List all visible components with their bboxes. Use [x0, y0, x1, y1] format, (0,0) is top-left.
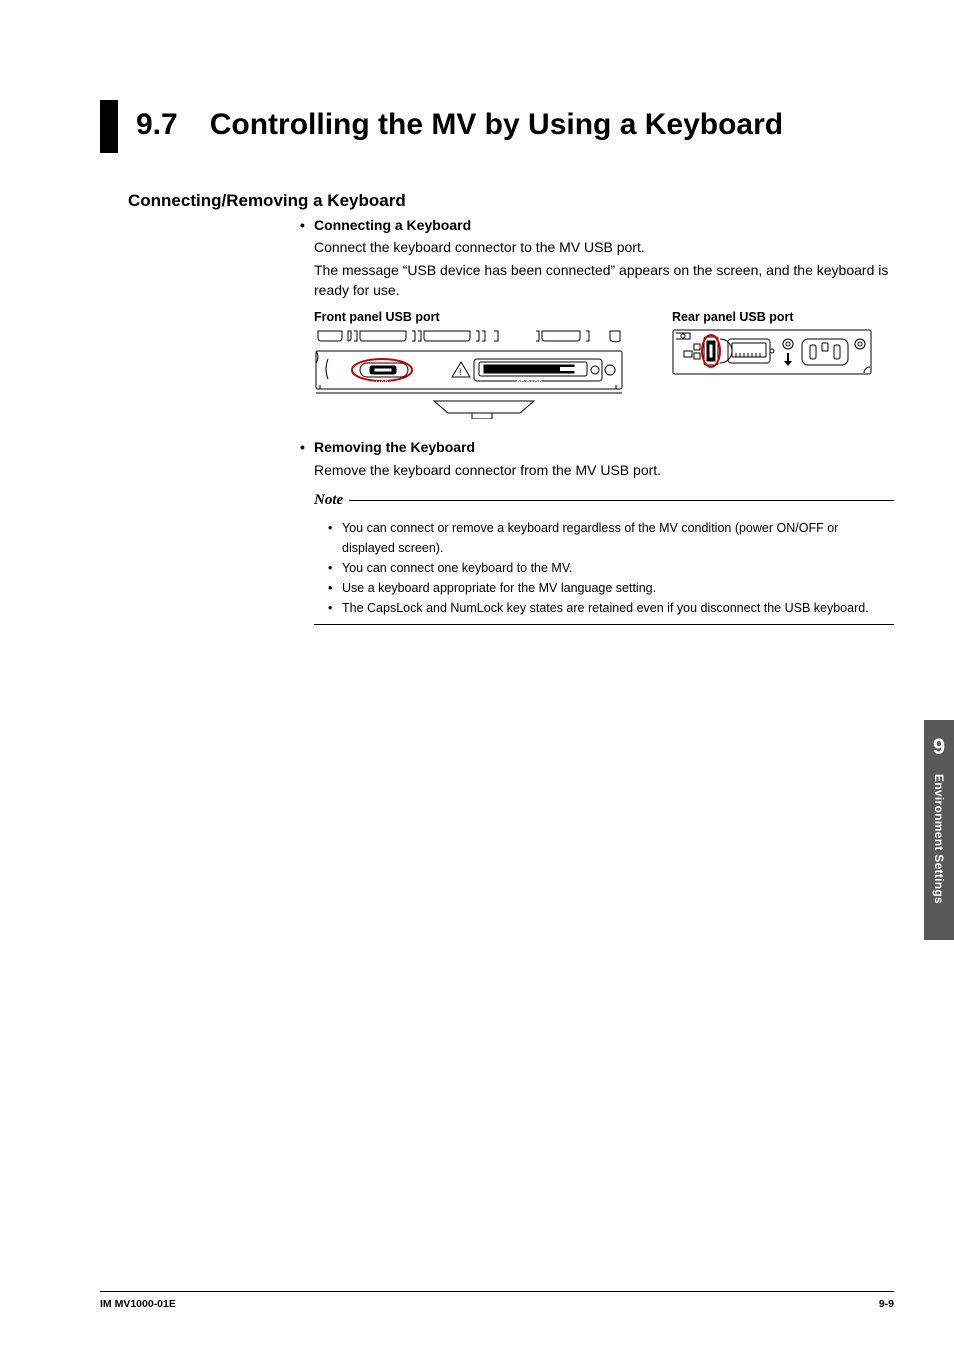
front-panel-illustration: ! — [314, 329, 624, 419]
bullet-heading: Removing the Keyboard — [314, 437, 475, 457]
paragraph: Connect the keyboard connector to the MV… — [314, 237, 894, 257]
figure-label-front: Front panel USB port — [314, 308, 624, 326]
page-footer: IM MV1000-01E 9-9 — [100, 1291, 894, 1310]
note-block: Note • You can connect or remove a keybo… — [314, 490, 894, 625]
footer-left: IM MV1000-01E — [100, 1298, 176, 1310]
bullet-marker: • — [328, 558, 342, 578]
label-cf-card: CF CARD — [516, 381, 543, 387]
label-usb: USB — [376, 381, 388, 387]
heading-bar — [100, 100, 118, 153]
note-item: • You can connect one keyboard to the MV… — [328, 558, 894, 578]
note-item: • Use a keyboard appropriate for the MV … — [328, 578, 894, 598]
note-text: The CapsLock and NumLock key states are … — [342, 598, 869, 618]
footer-right: 9-9 — [879, 1298, 894, 1310]
paragraph: Remove the keyboard connector from the M… — [314, 460, 894, 480]
note-text: You can connect or remove a keyboard reg… — [342, 518, 894, 558]
bullet-heading: Connecting a Keyboard — [314, 215, 471, 235]
bullet-marker: • — [300, 437, 314, 457]
bullet-removing: • Removing the Keyboard — [300, 437, 894, 457]
bullet-marker: • — [300, 215, 314, 235]
subheading-connecting-removing: Connecting/Removing a Keyboard — [128, 191, 894, 211]
note-text: You can connect one keyboard to the MV. — [342, 558, 573, 578]
figure-label-rear: Rear panel USB port — [672, 308, 872, 326]
note-text: Use a keyboard appropriate for the MV la… — [342, 578, 656, 598]
figure-rear-panel: Rear panel USB port — [672, 308, 872, 419]
heading-text: 9.7 Controlling the MV by Using a Keyboa… — [136, 100, 783, 153]
heading-title: Controlling the MV by Using a Keyboard — [210, 108, 783, 141]
side-tab: 9 Environment Settings — [924, 720, 954, 940]
side-tab-label: Environment Settings — [932, 774, 946, 904]
note-rule-top — [349, 500, 894, 501]
side-tab-chapter: 9 — [933, 734, 945, 760]
heading-number: 9.7 — [136, 108, 178, 141]
note-rule-bottom — [314, 624, 894, 625]
paragraph: The message “USB device has been connect… — [314, 260, 894, 301]
bullet-marker: • — [328, 518, 342, 558]
bullet-marker: • — [328, 598, 342, 618]
note-item: • The CapsLock and NumLock key states ar… — [328, 598, 894, 618]
section-heading: 9.7 Controlling the MV by Using a Keyboa… — [100, 100, 894, 153]
note-item: • You can connect or remove a keyboard r… — [328, 518, 894, 558]
figure-front-panel: Front panel USB port — [314, 308, 624, 419]
note-label: Note — [314, 490, 349, 512]
rear-panel-illustration — [672, 329, 872, 379]
svg-text:!: ! — [459, 367, 462, 377]
bullet-connecting: • Connecting a Keyboard — [300, 215, 894, 235]
bullet-marker: • — [328, 578, 342, 598]
